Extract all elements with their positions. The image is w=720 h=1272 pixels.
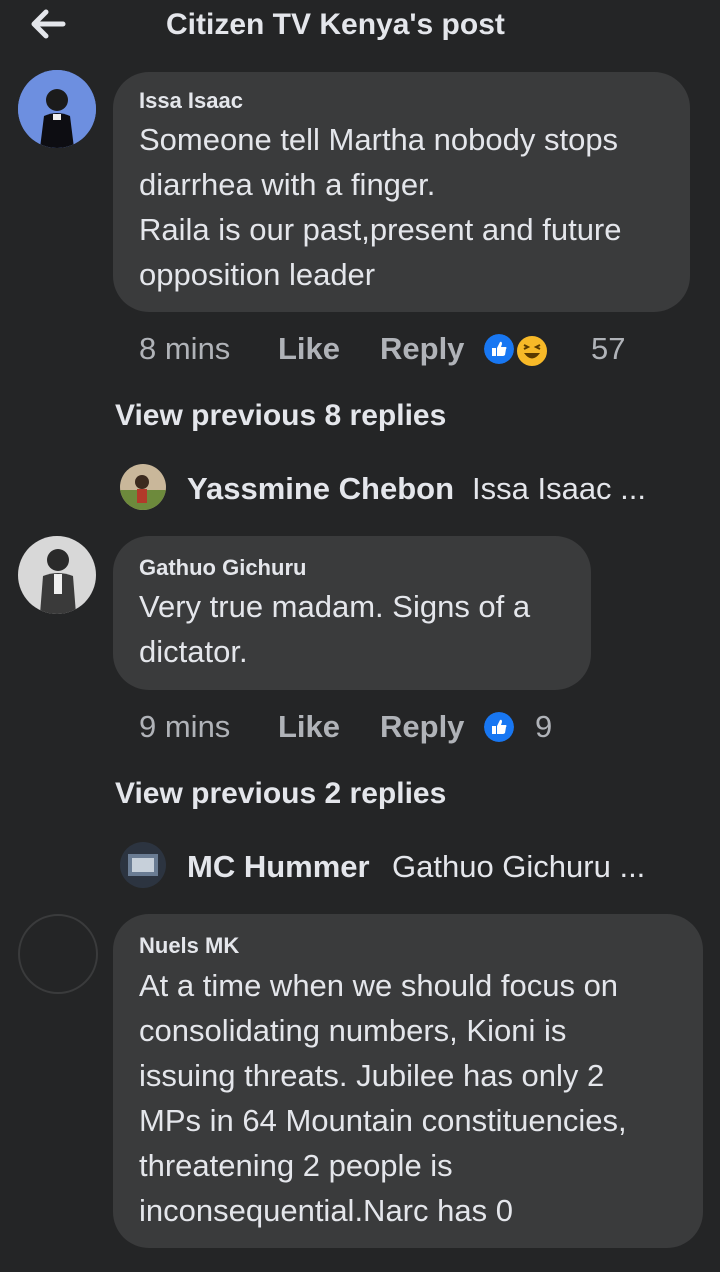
- reply-preview[interactable]: MC Hummer Gathuo Gichuru ...: [120, 842, 680, 892]
- comment-bubble[interactable]: Issa Isaac Someone tell Martha nobody st…: [113, 72, 690, 312]
- like-button[interactable]: Like: [278, 331, 340, 367]
- back-button[interactable]: [28, 4, 68, 44]
- reply-snippet: Issa Isaac ...: [472, 471, 647, 506]
- avatar[interactable]: [18, 914, 98, 994]
- like-reaction-icon[interactable]: [484, 334, 514, 364]
- comment-time: 8 mins: [139, 331, 231, 366]
- reaction-count[interactable]: 57: [591, 331, 625, 367]
- arrow-left-icon: [31, 9, 66, 39]
- comment-bubble[interactable]: Gathuo Gichuru Very true madam. Signs of…: [113, 536, 591, 690]
- avatar[interactable]: [18, 70, 96, 148]
- comment-author[interactable]: Nuels MK: [139, 933, 239, 959]
- comment-time: 9 mins: [139, 709, 231, 744]
- reply-snippet: Gathuo Gichuru ...: [392, 849, 646, 884]
- avatar[interactable]: [18, 536, 96, 614]
- comment-text: At a time when we should focus on consol…: [139, 968, 627, 1228]
- view-previous-replies[interactable]: View previous 8 replies: [115, 399, 446, 433]
- view-previous-replies[interactable]: View previous 2 replies: [115, 777, 446, 811]
- haha-reaction-icon[interactable]: [515, 334, 549, 368]
- page-title: Citizen TV Kenya's post: [166, 8, 505, 41]
- reply-author[interactable]: Yassmine Chebon: [187, 471, 454, 507]
- reply-button[interactable]: Reply: [380, 709, 464, 745]
- reply-button[interactable]: Reply: [380, 331, 464, 367]
- comment-author[interactable]: Issa Isaac: [139, 88, 243, 114]
- avatar: [120, 464, 166, 510]
- comment-text: Very true madam. Signs of a dictator.: [139, 589, 531, 669]
- like-reaction-icon[interactable]: [484, 712, 514, 742]
- top-bar: Citizen TV Kenya's post: [0, 0, 720, 56]
- like-button[interactable]: Like: [278, 709, 340, 745]
- reply-preview[interactable]: Yassmine Chebon Issa Isaac ...: [120, 464, 680, 514]
- avatar: [120, 842, 166, 888]
- comment-author[interactable]: Gathuo Gichuru: [139, 555, 306, 581]
- comment-bubble[interactable]: Nuels MK At a time when we should focus …: [113, 914, 703, 1248]
- reaction-count[interactable]: 9: [535, 709, 552, 745]
- reply-author[interactable]: MC Hummer: [187, 849, 370, 885]
- comment-text: Someone tell Martha nobody stops diarrhe…: [139, 122, 622, 292]
